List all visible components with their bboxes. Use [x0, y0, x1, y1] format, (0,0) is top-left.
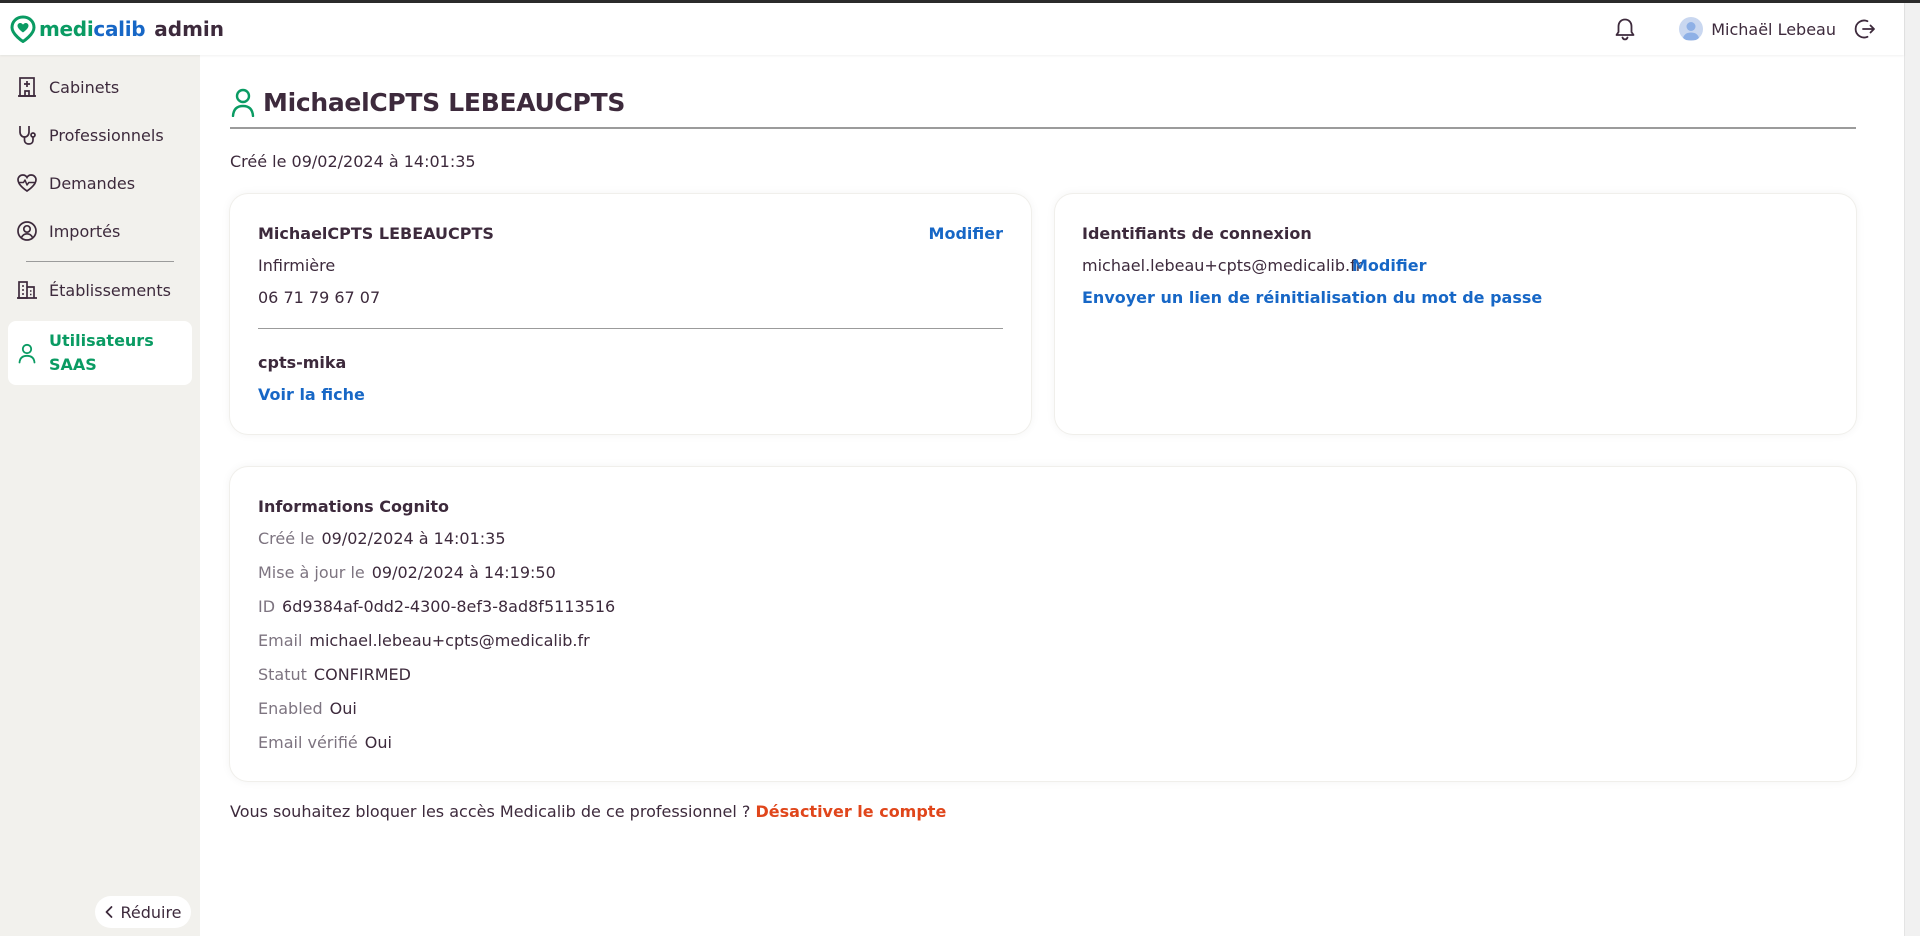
sidebar-item-importes[interactable]: Importés	[8, 217, 192, 245]
logo-admin-suffix: admin	[154, 17, 225, 41]
page-scrollbar[interactable]	[1904, 3, 1920, 936]
sidebar-item-utilisateurs-saas[interactable]: Utilisateurs SAAS	[8, 321, 192, 385]
page-header: MichaelCPTS LEBEAUCPTS	[230, 86, 625, 118]
collapse-label: Réduire	[120, 902, 182, 922]
cognito-title: Informations Cognito	[258, 497, 449, 516]
collapse-sidebar-button[interactable]: Réduire	[95, 896, 191, 928]
title-divider	[230, 127, 1856, 129]
row-value: Oui	[364, 733, 392, 752]
sidebar-item-label: Établissements	[49, 280, 171, 300]
row-value: CONFIRMED	[313, 665, 411, 684]
logo-part-calib: calib	[93, 17, 146, 41]
row-key: ID	[258, 597, 276, 616]
cognito-row-created: Créé le 09/02/2024 à 14:01:35	[258, 529, 506, 548]
bell-icon[interactable]	[1611, 15, 1639, 43]
organization-name: cpts-mika	[258, 353, 347, 372]
logout-icon[interactable]	[1852, 16, 1878, 42]
profile-phone: 06 71 79 67 07	[258, 288, 381, 307]
profile-card: MichaelCPTS LEBEAUCPTS Modifier Infirmiè…	[230, 194, 1031, 434]
profile-name: MichaelCPTS LEBEAUCPTS	[258, 224, 494, 243]
avatar[interactable]	[1679, 17, 1704, 41]
sidebar-item-label: Professionnels	[49, 125, 164, 145]
deactivate-prompt: Vous souhaitez bloquer les accès Medical…	[230, 802, 946, 821]
logo-part-medi: medi	[39, 17, 94, 41]
row-value: 09/02/2024 à 14:01:35	[321, 529, 506, 548]
building-icon	[16, 76, 38, 98]
sidebar-item-cabinets[interactable]: Cabinets	[8, 73, 192, 101]
sidebar-item-label: Demandes	[49, 173, 136, 193]
row-value: michael.lebeau+cpts@medicalib.fr	[309, 631, 590, 650]
user-circle-icon	[16, 220, 38, 242]
hospital-icon	[16, 279, 38, 301]
user-name[interactable]: Michaël Lebeau	[1711, 20, 1836, 39]
user-icon	[16, 342, 38, 364]
sidebar-item-etablissements[interactable]: Établissements	[8, 276, 192, 304]
row-key: Mise à jour le	[258, 563, 365, 582]
deactivate-question: Vous souhaitez bloquer les accès Medical…	[230, 802, 751, 821]
view-sheet-link[interactable]: Voir la fiche	[258, 385, 365, 404]
cognito-row-email: Email michael.lebeau+cpts@medicalib.fr	[258, 631, 590, 650]
row-key: Créé le	[258, 529, 315, 548]
top-header: medicalib admin Michaël Lebeau	[0, 3, 1904, 55]
cognito-row-id: ID 6d9384af-0dd2-4300-8ef3-8ad8f5113516	[258, 597, 615, 616]
login-email: michael.lebeau+cpts@medicalib.fr	[1082, 256, 1363, 275]
sidebar-item-label: Utilisateurs SAAS	[49, 331, 154, 374]
profile-profession: Infirmière	[258, 256, 336, 275]
row-key: Email vérifié	[258, 733, 358, 752]
location-heart-icon	[10, 15, 36, 43]
card-divider	[258, 328, 1003, 329]
row-value: 6d9384af-0dd2-4300-8ef3-8ad8f5113516	[282, 597, 616, 616]
sidebar-item-demandes[interactable]: Demandes	[8, 169, 192, 197]
row-value: Oui	[329, 699, 357, 718]
logo-wordmark: medicalib	[39, 17, 146, 41]
created-date: Créé le 09/02/2024 à 14:01:35	[230, 152, 476, 171]
stethoscope-icon	[16, 124, 38, 146]
edit-credentials-link[interactable]: Modifier	[1352, 256, 1426, 275]
cognito-row-email-verified: Email vérifié Oui	[258, 733, 392, 752]
credentials-title: Identifiants de connexion	[1082, 224, 1312, 243]
cognito-info-card: Informations Cognito Créé le 09/02/2024 …	[230, 467, 1856, 781]
medicalib-logo[interactable]: medicalib admin	[9, 15, 224, 43]
sidebar-item-label: Cabinets	[49, 77, 120, 97]
sidebar-item-professionnels[interactable]: Professionnels	[8, 121, 192, 149]
login-credentials-card: Identifiants de connexion michael.lebeau…	[1055, 194, 1856, 434]
cognito-row-status: Statut CONFIRMED	[258, 665, 411, 684]
sidebar-item-label: Importés	[49, 221, 121, 241]
cognito-row-enabled: Enabled Oui	[258, 699, 357, 718]
cognito-row-updated: Mise à jour le 09/02/2024 à 14:19:50	[258, 563, 556, 582]
main-content: MichaelCPTS LEBEAUCPTS Créé le 09/02/202…	[200, 55, 1904, 936]
row-key: Email	[258, 631, 303, 650]
reset-password-link[interactable]: Envoyer un lien de réinitialisation du m…	[1082, 288, 1542, 307]
chevron-left-icon	[104, 905, 114, 919]
deactivate-account-link[interactable]: Désactiver le compte	[755, 802, 946, 821]
sidebar-divider	[26, 261, 174, 262]
sidebar: Cabinets Professionnels Demandes Importé…	[0, 55, 200, 936]
user-icon	[230, 86, 256, 118]
row-key: Enabled	[258, 699, 323, 718]
row-key: Statut	[258, 665, 307, 684]
page-title: MichaelCPTS LEBEAUCPTS	[263, 87, 626, 117]
edit-profile-link[interactable]: Modifier	[929, 224, 1003, 243]
heartbeat-icon	[16, 172, 38, 194]
row-value: 09/02/2024 à 14:19:50	[371, 563, 556, 582]
